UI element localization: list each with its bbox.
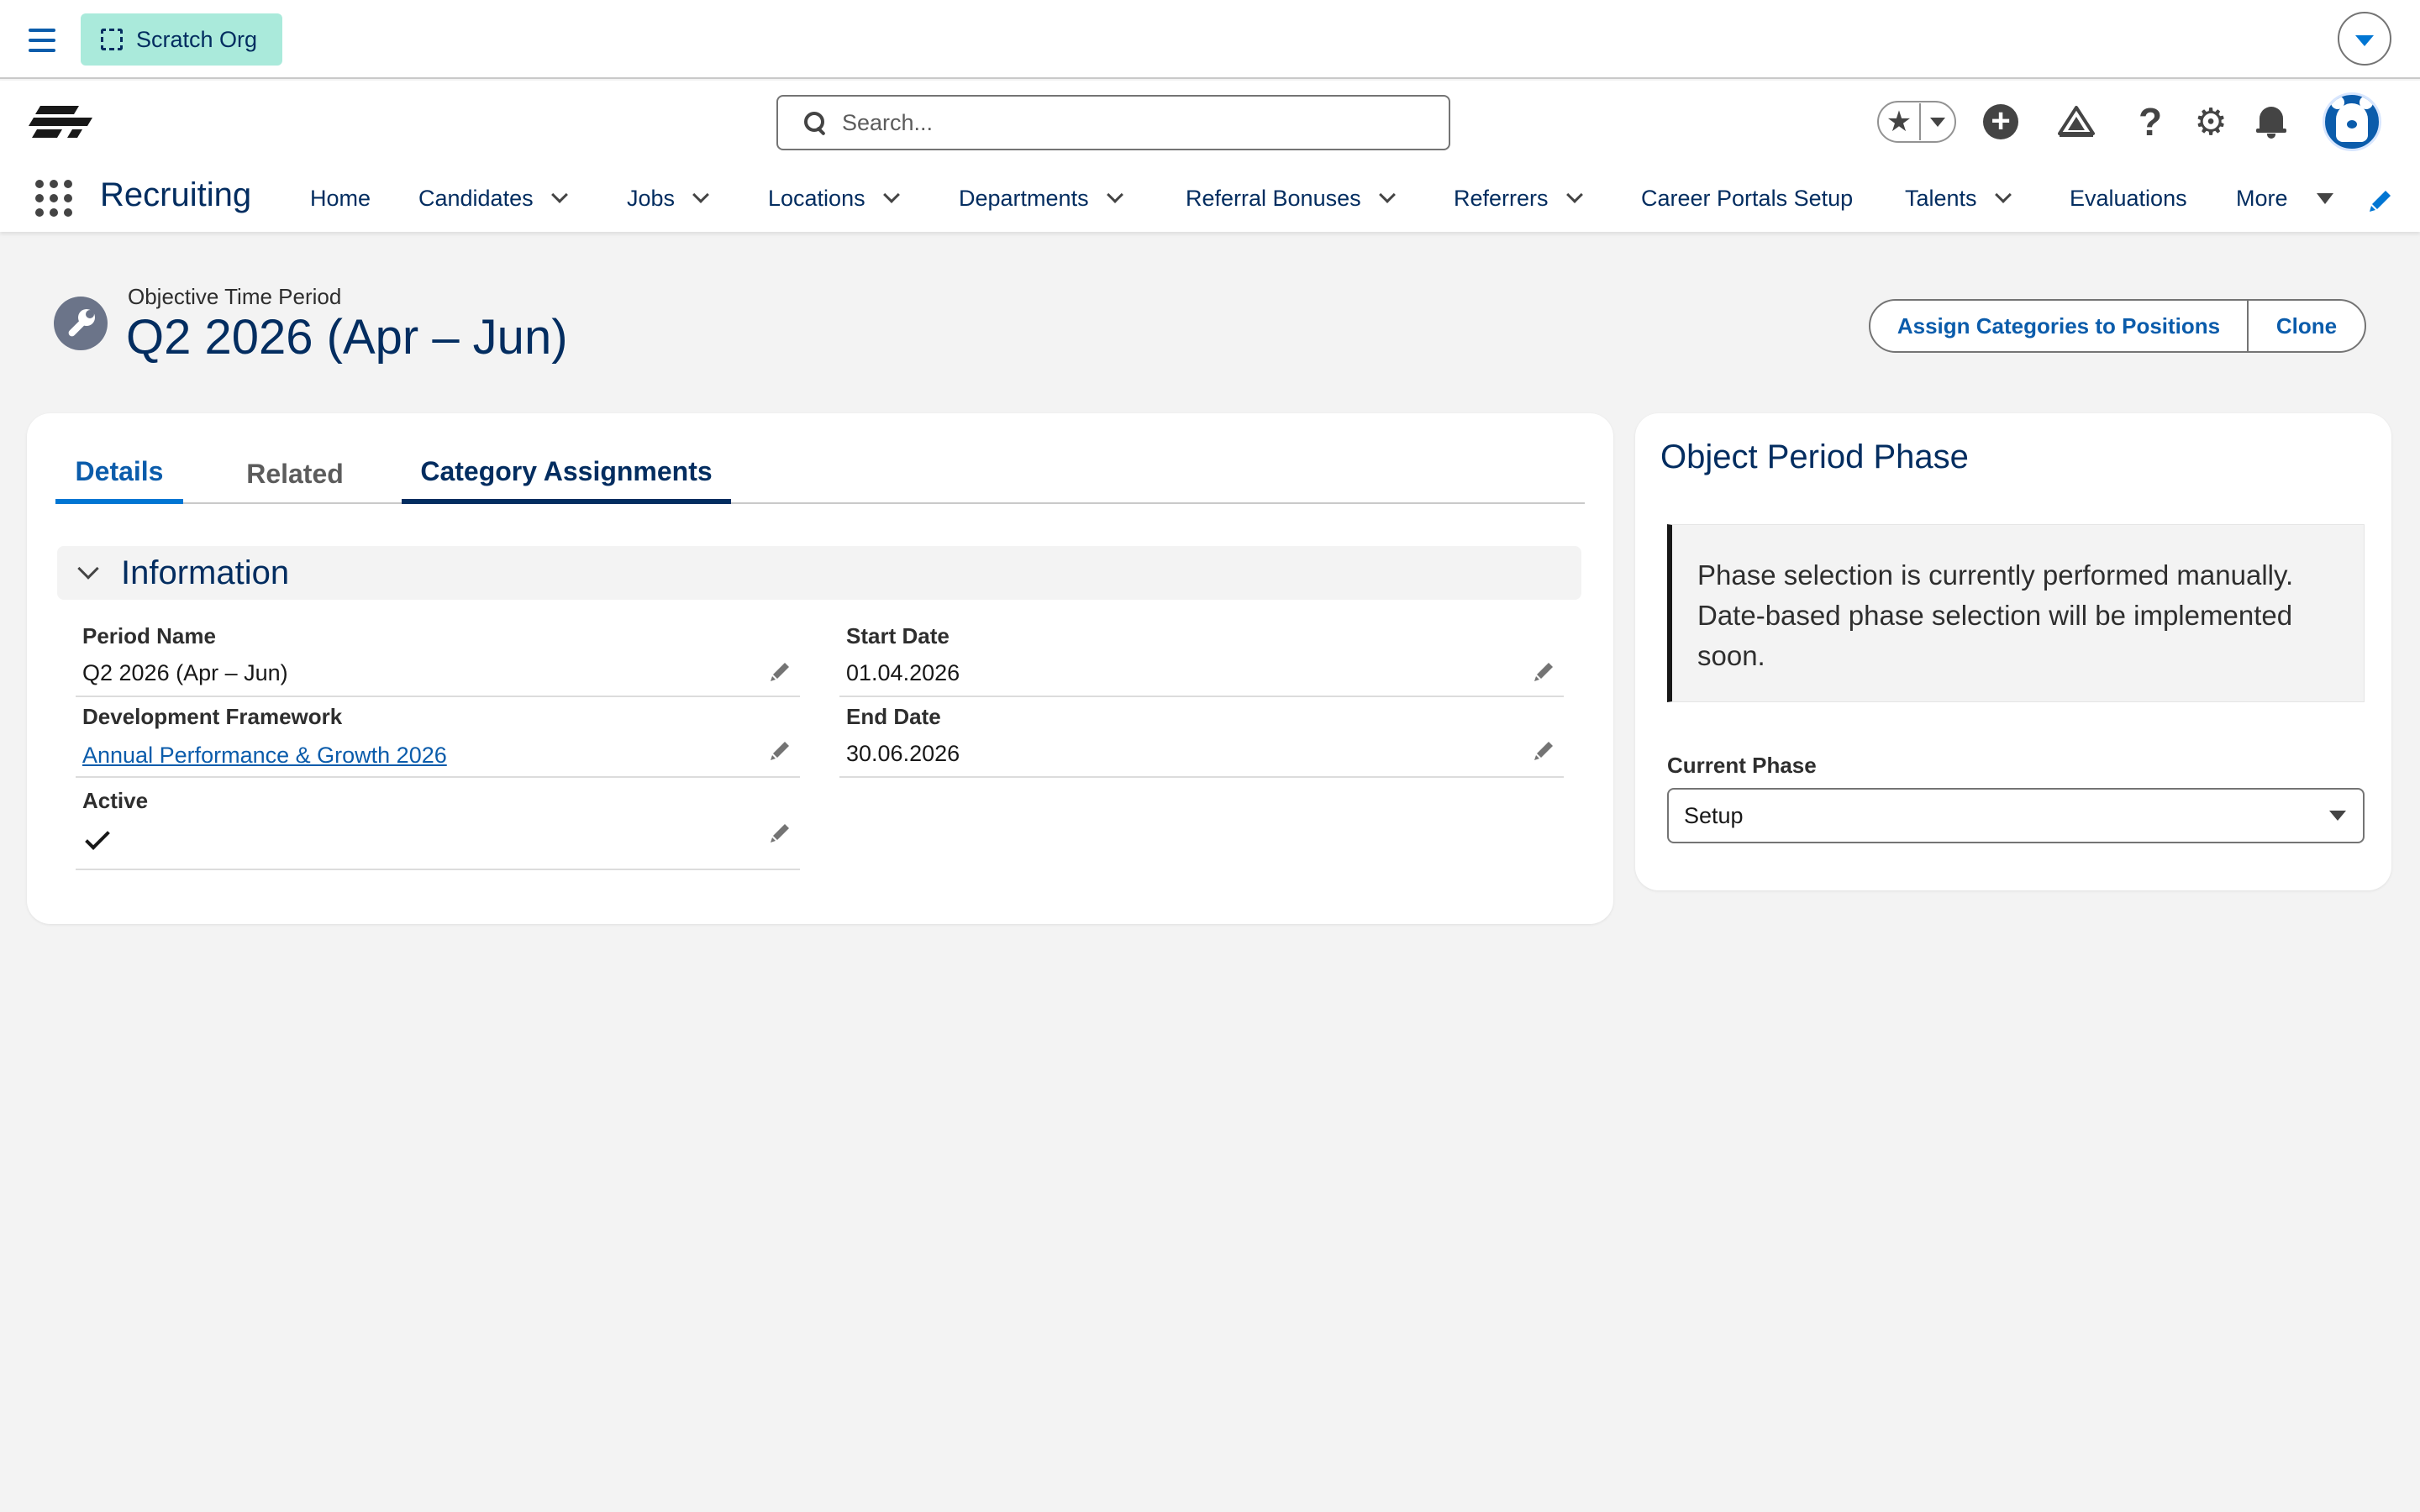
phase-notice: Phase selection is currently performed m… — [1667, 524, 2365, 702]
nav-item-label: Career Portals Setup — [1641, 185, 1854, 211]
field-label: Period Name — [82, 623, 216, 648]
notifications-button[interactable] — [2250, 101, 2292, 143]
record-actions: Assign Categories to Positions Clone — [1869, 299, 2366, 353]
checkmark-icon — [85, 825, 110, 850]
trailhead-icon — [2058, 106, 2095, 137]
clone-button[interactable]: Clone — [2249, 301, 2365, 351]
chevron-down-icon[interactable] — [1378, 186, 1396, 203]
field-label: Development Framework — [82, 704, 343, 729]
nav-item-departments[interactable]: Departments — [959, 181, 1123, 215]
field-value: 01.04.2026 — [846, 660, 960, 685]
setup-button[interactable]: ⚙ — [2190, 101, 2232, 143]
current-phase-value: Setup — [1684, 802, 1744, 828]
nav-item-evaluations[interactable]: Evaluations — [2070, 181, 2187, 215]
scratch-org-badge[interactable]: Scratch Org — [81, 13, 282, 66]
pencil-icon[interactable] — [768, 820, 793, 845]
star-icon[interactable]: ★ — [1879, 103, 1921, 140]
assign-categories-button[interactable]: Assign Categories to Positions — [1870, 301, 2249, 351]
current-phase-label: Current Phase — [1667, 753, 1817, 778]
field-end-date: End Date 30.06.2026 — [839, 701, 1564, 778]
pencil-icon[interactable] — [768, 738, 793, 763]
bell-icon — [2256, 105, 2286, 139]
active-value — [85, 825, 110, 850]
search-placeholder: Search... — [842, 109, 934, 135]
nav-item-career-portals-setup[interactable]: Career Portals Setup — [1641, 181, 1853, 215]
information-section-header[interactable]: Information — [57, 546, 1581, 600]
global-actions-button[interactable]: + — [1980, 101, 2022, 143]
phase-card-title: Object Period Phase — [1660, 438, 1969, 475]
favorites-menu-icon[interactable] — [1921, 117, 1954, 127]
nav-item-label: Evaluations — [2070, 185, 2187, 211]
nav-item-label: Referral Bonuses — [1186, 185, 1361, 211]
pencil-icon[interactable] — [1532, 738, 1557, 763]
tab-details[interactable]: Details — [55, 444, 183, 504]
nav-item-candidates[interactable]: Candidates — [418, 181, 568, 215]
field-label: Active — [82, 788, 149, 813]
nav-item-jobs[interactable]: Jobs — [627, 181, 709, 215]
nav-item-home[interactable]: Home — [310, 181, 371, 215]
chevron-down-icon[interactable] — [692, 186, 709, 203]
hamburger-menu-icon[interactable] — [25, 25, 59, 55]
favorites-button[interactable]: ★ — [1877, 101, 1956, 143]
field-label: Start Date — [846, 623, 950, 648]
chevron-down-icon[interactable] — [1106, 186, 1123, 203]
search-icon — [803, 111, 827, 134]
pencil-icon[interactable] — [768, 659, 793, 684]
nav-item-label: Candidates — [418, 185, 534, 211]
chevron-down-icon[interactable] — [1565, 186, 1583, 203]
nav-item-referrers[interactable]: Referrers — [1454, 181, 1583, 215]
field-value: 30.06.2026 — [846, 741, 960, 766]
company-logo — [29, 106, 92, 138]
app-name: Recruiting — [100, 176, 252, 213]
global-search-input[interactable]: Search... — [776, 95, 1450, 150]
chevron-down-icon[interactable] — [882, 186, 900, 203]
tab-related[interactable]: Related — [224, 444, 366, 504]
trailhead-button[interactable] — [2055, 101, 2097, 143]
chevron-down-icon — [77, 558, 99, 580]
help-button[interactable]: ? — [2129, 100, 2171, 144]
chevron-down-icon[interactable] — [1994, 186, 2012, 203]
dashed-square-icon — [101, 29, 123, 50]
field-active: Active — [76, 785, 800, 870]
nav-item-talents[interactable]: Talents — [1905, 181, 2012, 215]
nav-item-more[interactable]: More — [2236, 181, 2333, 215]
field-development-framework: Development Framework Annual Performance… — [76, 701, 800, 778]
field-label: End Date — [846, 704, 941, 729]
chevron-down-icon[interactable] — [550, 186, 568, 203]
nav-item-label: Jobs — [627, 185, 676, 211]
nav-item-referral-bonuses[interactable]: Referral Bonuses — [1186, 181, 1396, 215]
field-value: Q2 2026 (Apr – Jun) — [82, 660, 288, 685]
nav-item-label: Departments — [959, 185, 1089, 211]
nav-item-label: More — [2236, 185, 2288, 211]
nav-item-label: Locations — [768, 185, 865, 211]
current-phase-select[interactable]: Setup — [1667, 788, 2365, 843]
nav-item-locations[interactable]: Locations — [768, 181, 900, 215]
nav-item-label: Home — [310, 185, 371, 211]
nav-item-label: Referrers — [1454, 185, 1549, 211]
org-strip — [0, 0, 2420, 79]
caret-down-icon — [2316, 192, 2333, 204]
pencil-icon[interactable] — [1532, 659, 1557, 684]
development-framework-link[interactable]: Annual Performance & Growth 2026 — [82, 743, 447, 769]
user-avatar[interactable] — [2323, 92, 2381, 151]
caret-down-icon — [2329, 811, 2346, 821]
field-period-name: Period Name Q2 2026 (Apr – Jun) — [76, 622, 800, 697]
section-title: Information — [121, 554, 290, 591]
org-menu-button[interactable] — [2338, 12, 2391, 66]
field-start-date: Start Date 01.04.2026 — [839, 622, 1564, 697]
record-type-label: Objective Time Period — [128, 284, 342, 309]
help-icon: ? — [2138, 100, 2163, 144]
record-tabs: Details Related Category Assignments — [55, 444, 1585, 504]
nav-item-label: Talents — [1905, 185, 1977, 211]
plus-icon: + — [1983, 104, 2018, 139]
gear-icon: ⚙ — [2194, 101, 2228, 143]
waffle-icon[interactable] — [35, 180, 72, 217]
wrench-icon — [54, 297, 108, 350]
org-badge-label: Scratch Org — [136, 26, 258, 52]
chevron-down-icon — [2355, 34, 2374, 46]
edit-nav-pencil-icon[interactable] — [2368, 188, 2393, 213]
tab-category-assignments[interactable]: Category Assignments — [402, 444, 731, 504]
record-title: Q2 2026 (Apr – Jun) — [126, 310, 568, 365]
